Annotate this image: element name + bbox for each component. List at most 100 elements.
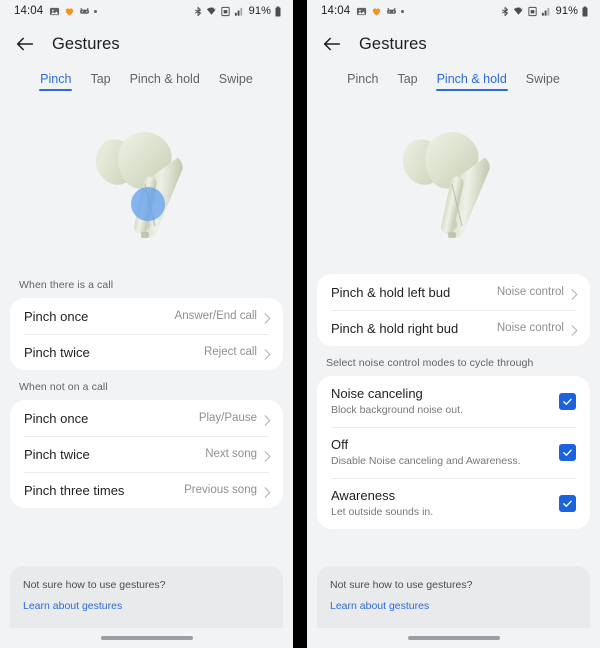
help-question: Not sure how to use gestures?	[330, 579, 473, 591]
back-arrow-icon[interactable]	[14, 33, 36, 55]
checkbox-row-subtitle: Disable Noise canceling and Awareness.	[331, 455, 521, 467]
row-value: Answer/End call	[174, 310, 257, 322]
chevron-right-icon	[571, 323, 578, 336]
help-question: Not sure how to use gestures?	[23, 579, 166, 591]
tab-pinch[interactable]: Pinch	[39, 70, 73, 91]
sim-icon	[220, 6, 231, 17]
chevron-right-icon	[264, 311, 271, 324]
help-card: Not sure how to use gestures? Learn abou…	[10, 566, 283, 628]
checkbox-row-text: Awareness Let outside sounds in.	[331, 487, 559, 520]
tab-pinch-and-hold[interactable]: Pinch & hold	[129, 70, 201, 91]
bluetooth-icon	[500, 6, 510, 17]
panel-divider	[293, 0, 307, 648]
battery-icon	[581, 6, 589, 17]
settings-content-left: When there is a call Pinch once Answer/E…	[0, 268, 293, 508]
tab-swipe[interactable]: Swipe	[218, 70, 254, 91]
group-label-noise-control-modes: Select noise control modes to cycle thro…	[326, 357, 534, 369]
sim-icon	[527, 6, 538, 17]
checkbox-row-text: Off Disable Noise canceling and Awarenes…	[331, 436, 559, 469]
bluetooth-icon	[193, 6, 203, 17]
wifi-icon	[513, 6, 524, 17]
wifi-icon	[206, 6, 217, 17]
phone-screen-right: 14:04 91% Gestures Pinch Tap Pinch & hol…	[307, 0, 600, 648]
chevron-right-icon	[264, 347, 271, 360]
heart-icon	[64, 6, 75, 17]
checkbox-awareness[interactable]	[559, 495, 576, 512]
gallery-icon	[356, 6, 367, 17]
phone-screen-left: 14:04 91% Gestures Pinch Tap Pinch & hol…	[0, 0, 293, 648]
checkbox-row-awareness[interactable]: Awareness Let outside sounds in.	[317, 478, 590, 529]
learn-about-gestures-link[interactable]: Learn about gestures	[330, 598, 577, 614]
earbud-illustration-left	[0, 100, 293, 268]
app-bar: Gestures	[0, 22, 293, 66]
row-title: Pinch once	[24, 410, 89, 426]
status-bar-time: 14:04	[14, 5, 44, 17]
learn-about-gestures-link[interactable]: Learn about gestures	[23, 598, 270, 614]
status-bar-notification-icons	[49, 6, 98, 17]
chevron-right-icon	[264, 413, 271, 426]
status-bar-time: 14:04	[321, 5, 351, 17]
earbud-illustration-right	[307, 100, 600, 268]
row-value: Noise control	[496, 286, 564, 298]
row-value: Next song	[205, 448, 257, 460]
checkbox-row-title: Noise canceling	[331, 386, 423, 401]
settings-card-noise-modes: Noise canceling Block background noise o…	[317, 376, 590, 529]
home-gesture-pill[interactable]	[100, 636, 193, 640]
footer-left: Not sure how to use gestures? Learn abou…	[0, 566, 293, 648]
settings-content-right: Pinch & hold left bud Noise control Pinc…	[307, 274, 600, 529]
signal-icon	[541, 6, 552, 17]
battery-icon	[274, 6, 282, 17]
row-pinch-hold-left-bud[interactable]: Pinch & hold left bud Noise control	[317, 274, 590, 310]
row-value: Reject call	[203, 346, 257, 358]
gallery-icon	[49, 6, 60, 17]
page-title: Gestures	[359, 34, 427, 53]
checkbox-row-title: Awareness	[331, 488, 396, 503]
tab-swipe[interactable]: Swipe	[525, 70, 561, 91]
row-title: Pinch twice	[24, 446, 90, 462]
checkbox-noise-canceling[interactable]	[559, 393, 576, 410]
settings-card-call: Pinch once Answer/End call Pinch twice R…	[10, 298, 283, 370]
tab-tap[interactable]: Tap	[89, 70, 111, 91]
system-navigation-bar	[307, 628, 600, 648]
checkbox-row-title: Off	[331, 437, 349, 452]
row-value: Previous song	[184, 484, 257, 496]
back-arrow-icon[interactable]	[321, 33, 343, 55]
row-pinch-once-media[interactable]: Pinch once Play/Pause	[10, 400, 283, 436]
dual-screenshot-stage: 14:04 91% Gestures Pinch Tap Pinch & hol…	[0, 0, 600, 648]
pinch-highlight-indicator	[130, 187, 165, 221]
row-pinch-hold-right-bud[interactable]: Pinch & hold right bud Noise control	[317, 310, 590, 346]
row-pinch-twice-media[interactable]: Pinch twice Next song	[10, 436, 283, 472]
tab-tap[interactable]: Tap	[396, 70, 418, 91]
settings-card-buds: Pinch & hold left bud Noise control Pinc…	[317, 274, 590, 346]
page-title: Gestures	[52, 34, 120, 53]
system-navigation-bar	[0, 628, 293, 648]
tab-bar-right: Pinch Tap Pinch & hold Swipe	[307, 66, 600, 100]
row-value: Play/Pause	[198, 412, 257, 424]
row-value: Noise control	[496, 322, 564, 334]
heart-icon	[371, 6, 382, 17]
tab-pinch-and-hold[interactable]: Pinch & hold	[435, 70, 508, 91]
status-bar-system-icons: 91%	[500, 5, 589, 17]
tab-pinch[interactable]: Pinch	[346, 70, 379, 91]
row-pinch-twice-call[interactable]: Pinch twice Reject call	[10, 334, 283, 370]
status-bar: 14:04 91%	[0, 0, 293, 22]
checkbox-row-text: Noise canceling Block background noise o…	[331, 385, 559, 418]
row-title: Pinch & hold right bud	[331, 320, 459, 336]
row-pinch-once-call[interactable]: Pinch once Answer/End call	[10, 298, 283, 334]
checkbox-off[interactable]	[559, 444, 576, 461]
home-gesture-pill[interactable]	[407, 636, 500, 640]
status-bar: 14:04 91%	[307, 0, 600, 22]
checkbox-row-subtitle: Let outside sounds in.	[331, 506, 434, 518]
checkbox-row-off[interactable]: Off Disable Noise canceling and Awarenes…	[317, 427, 590, 478]
status-bar-notification-icons	[356, 6, 405, 17]
checkbox-row-noise-canceling[interactable]: Noise canceling Block background noise o…	[317, 376, 590, 427]
footer-right: Not sure how to use gestures? Learn abou…	[307, 566, 600, 648]
row-pinch-three-times-media[interactable]: Pinch three times Previous song	[10, 472, 283, 508]
more-dot-icon	[401, 9, 405, 13]
row-title: Pinch three times	[24, 482, 125, 498]
checkbox-row-subtitle: Block background noise out.	[331, 404, 463, 416]
chevron-right-icon	[571, 287, 578, 300]
row-title: Pinch once	[24, 308, 89, 324]
chevron-right-icon	[264, 449, 271, 462]
tab-bar-left: Pinch Tap Pinch & hold Swipe	[0, 66, 293, 100]
